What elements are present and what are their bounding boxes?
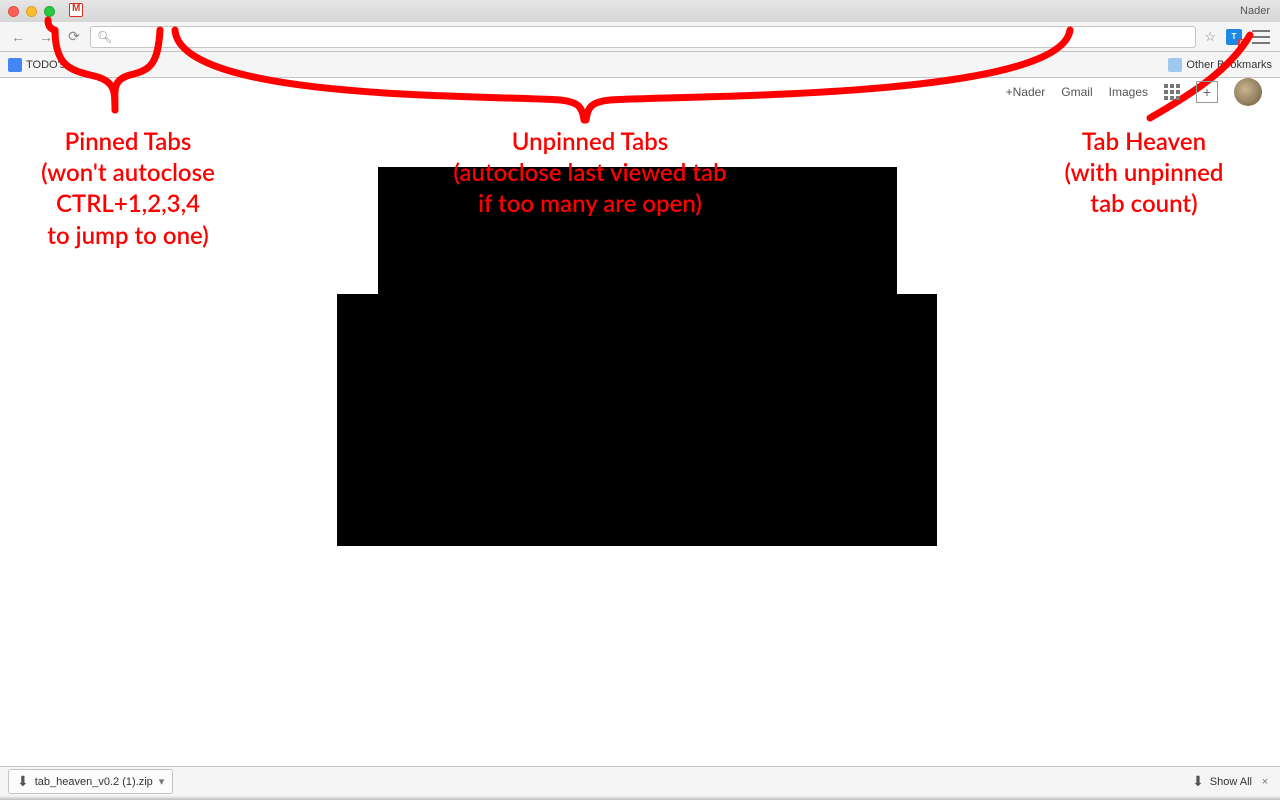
toolbar: ← → ⟳ 🔍︎ ☆ T 6 [0, 22, 1280, 52]
search-icon: 🔍︎ [97, 30, 112, 44]
google-images-link[interactable]: Images [1109, 85, 1148, 99]
download-item[interactable]: ⬇ tab_heaven_v0.2 (1).zip ▾ [8, 769, 173, 794]
google-plus-share-button[interactable]: + [1196, 81, 1218, 103]
downloads-bar: ⬇ tab_heaven_v0.2 (1).zip ▾ ⬇ Show All × [0, 766, 1280, 796]
gmail-icon [69, 3, 83, 17]
download-filename: tab_heaven_v0.2 (1).zip [35, 776, 153, 788]
bookmark-label: Other Bookmarks [1186, 59, 1272, 71]
folder-icon [1168, 58, 1182, 72]
window-zoom-icon[interactable] [44, 6, 55, 17]
back-button[interactable]: ← [6, 26, 30, 48]
reload-button[interactable]: ⟳ [62, 26, 86, 48]
show-all-downloads-button[interactable]: Show All [1210, 776, 1252, 788]
tab-heaven-badge: 6 [1238, 39, 1246, 48]
google-apps-icon[interactable] [1164, 84, 1180, 100]
close-downloads-bar-button[interactable]: × [1258, 776, 1272, 788]
annotation-unpinned: Unpinned Tabs (autoclose last viewed tab… [400, 126, 780, 220]
google-user-link[interactable]: +Nader [1006, 85, 1046, 99]
chevron-down-icon[interactable]: ▾ [159, 775, 165, 788]
bookmark-label: TODO's [26, 59, 65, 71]
chrome-menu-button[interactable] [1252, 30, 1270, 44]
macos-titlebar: Nader [0, 0, 1280, 22]
bookmark-star-icon[interactable]: ☆ [1204, 29, 1216, 45]
annotation-pinned: Pinned Tabs (won't autoclose CTRL+1,2,3,… [8, 126, 248, 251]
redacted-area [337, 294, 937, 546]
todo-icon [8, 58, 22, 72]
forward-button[interactable]: → [34, 26, 58, 48]
download-arrow-icon: ⬇ [1192, 773, 1204, 790]
google-gmail-link[interactable]: Gmail [1061, 85, 1092, 99]
download-arrow-icon: ⬇ [17, 773, 29, 790]
profile-name[interactable]: Nader [1240, 5, 1270, 17]
window-close-icon[interactable] [8, 6, 19, 17]
tab-heaven-extension-button[interactable]: T 6 [1224, 28, 1244, 46]
bookmark-other[interactable]: Other Bookmarks [1168, 58, 1272, 72]
google-header: +Nader Gmail Images + [1006, 78, 1262, 106]
google-account-avatar[interactable] [1234, 78, 1262, 106]
bookmarks-bar: TODO's Other Bookmarks [0, 52, 1280, 78]
annotation-tabheaven: Tab Heaven (with unpinned tab count) [1028, 126, 1260, 220]
bookmark-todos[interactable]: TODO's [8, 58, 65, 72]
window-minimize-icon[interactable] [26, 6, 37, 17]
dock-shadow [0, 796, 1280, 800]
address-bar[interactable]: 🔍︎ [90, 26, 1196, 48]
